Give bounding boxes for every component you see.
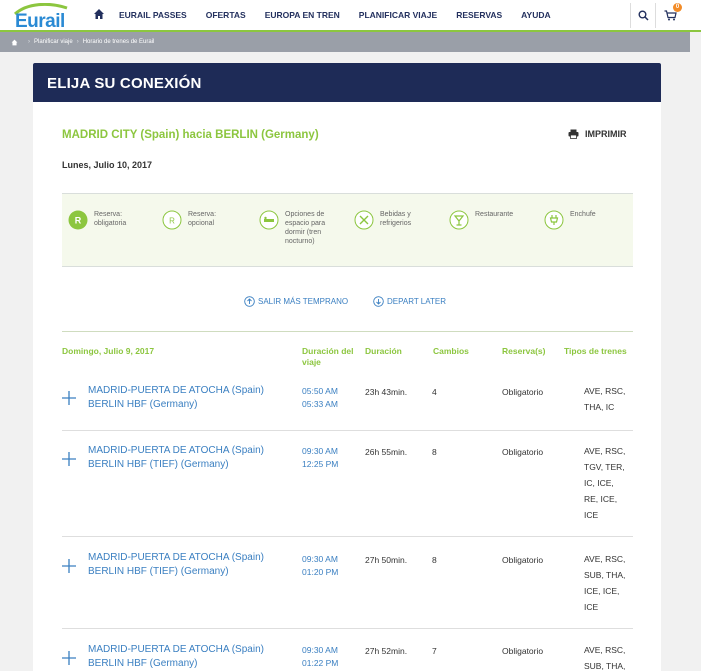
nav-help[interactable]: AYUDA xyxy=(521,10,550,20)
drinks-icon xyxy=(354,210,374,230)
breadcrumb-plan-trip[interactable]: Planificar viaje xyxy=(34,39,73,45)
print-label: IMPRIMIR xyxy=(585,129,627,139)
nav-plan-trip[interactable]: PLANIFICAR VIAJE xyxy=(359,10,437,20)
legend-item-reservation-mandatory: R Reserva: obligatoria xyxy=(68,210,126,230)
col-changes-header: Cambios xyxy=(433,346,469,356)
row-reservation: Obligatorio xyxy=(502,646,544,656)
legend-item-power: Enchufe xyxy=(544,210,596,230)
row-times: 09:30 AM 01:20 PM xyxy=(302,554,339,577)
reservation-mandatory-icon: R xyxy=(68,210,88,230)
cart-button[interactable]: 0 xyxy=(655,3,685,28)
row-stations[interactable]: MADRID-PUERTA DE ATOCHA (Spain) BERLIN H… xyxy=(88,551,264,579)
card-header: ELIJA SU CONEXIÓN xyxy=(33,63,661,102)
expand-plus-icon[interactable] xyxy=(62,391,76,405)
row-duration: 27h 50min. xyxy=(365,555,408,565)
row-reservation: Obligatorio xyxy=(502,387,544,397)
col-duration-header: Duración xyxy=(365,346,402,356)
cart-count-badge: 0 xyxy=(673,3,682,12)
power-plug-icon xyxy=(544,210,564,230)
row-changes: 4 xyxy=(432,387,437,397)
row-train-types: AVE, RSC, SUB, THA, ICE, ICE, ICE xyxy=(584,554,626,612)
row-train-types: AVE, RSC, TGV, TER, IC, ICE, RE, ICE, IC… xyxy=(584,446,626,520)
nav-reservations[interactable]: RESERVAS xyxy=(456,10,502,20)
row-stations[interactable]: MADRID-PUERTA DE ATOCHA (Spain) BERLIN H… xyxy=(88,384,264,412)
legend-item-restaurant: Restaurante xyxy=(449,210,513,230)
eurail-logo[interactable]: Eurail xyxy=(13,3,71,32)
col-trip-duration-header: Duración del viaje xyxy=(302,346,354,367)
row-duration: 26h 55min. xyxy=(365,447,408,457)
legend-item-drinks: Bebidas y refrigerios xyxy=(354,210,411,230)
svg-text:R: R xyxy=(169,217,175,226)
table-row[interactable]: MADRID-PUERTA DE ATOCHA (Spain) BERLIN H… xyxy=(62,537,633,629)
main-nav: EURAIL PASSES OFERTAS EUROPA EN TREN PLA… xyxy=(119,0,570,30)
expand-plus-icon[interactable] xyxy=(62,651,76,665)
col-train-types-header: Tipos de trenes xyxy=(564,346,627,356)
svg-text:R: R xyxy=(75,216,82,226)
search-button[interactable] xyxy=(630,3,655,28)
top-header: Eurail EURAIL PASSES OFERTAS EUROPA EN T… xyxy=(0,0,701,32)
breadcrumb-separator: › xyxy=(76,39,79,45)
home-icon[interactable] xyxy=(93,8,105,20)
nav-eurail-passes[interactable]: EURAIL PASSES xyxy=(119,10,187,20)
nav-europe-by-train[interactable]: EUROPA EN TREN xyxy=(265,10,340,20)
page-title: ELIJA SU CONEXIÓN xyxy=(47,75,202,92)
depart-earlier-button[interactable]: SALIR MÁS TEMPRANO xyxy=(244,296,348,307)
table-row[interactable]: MADRID-PUERTA DE ATOCHA (Spain) BERLIN H… xyxy=(62,431,633,537)
legend-box: R Reserva: obligatoria R Reserva: opcion… xyxy=(62,193,633,267)
row-times: 09:30 AM 12:25 PM xyxy=(302,446,339,469)
row-duration: 27h 52min. xyxy=(365,646,408,656)
expand-plus-icon[interactable] xyxy=(62,452,76,466)
depart-later-button[interactable]: DEPART LATER xyxy=(373,296,446,307)
print-button[interactable]: IMPRIMIR xyxy=(568,129,627,139)
travel-date: Lunes, Julio 10, 2017 xyxy=(62,160,153,170)
row-stations[interactable]: MADRID-PUERTA DE ATOCHA (Spain) BERLIN H… xyxy=(88,643,264,671)
legend-item-sleeper: Opciones de espacio para dormir (tren no… xyxy=(259,210,325,246)
row-train-types: AVE, RSC, SUB, THA, xyxy=(584,645,626,671)
row-stations[interactable]: MADRID-PUERTA DE ATOCHA (Spain) BERLIN H… xyxy=(88,444,264,472)
breadcrumb: › Planificar viaje › Horario de trenes d… xyxy=(0,32,690,52)
connection-card: ELIJA SU CONEXIÓN MADRID CITY (Spain) ha… xyxy=(33,63,661,671)
row-times: 05:50 AM 05:33 AM xyxy=(302,386,338,409)
sleeper-icon xyxy=(259,210,279,230)
route-title: MADRID CITY (Spain) hacia BERLIN (German… xyxy=(62,129,319,141)
search-icon xyxy=(638,10,649,21)
row-changes: 7 xyxy=(432,646,437,656)
arrow-up-circle-icon xyxy=(244,296,255,307)
row-times: 09:30 AM 01:22 PM xyxy=(302,645,339,668)
expand-plus-icon[interactable] xyxy=(62,559,76,573)
table-row[interactable]: MADRID-PUERTA DE ATOCHA (Spain) BERLIN H… xyxy=(62,368,633,431)
arrow-down-circle-icon xyxy=(373,296,384,307)
restaurant-icon xyxy=(449,210,469,230)
col-reservations-header: Reserva(s) xyxy=(502,346,546,356)
nav-offers[interactable]: OFERTAS xyxy=(206,10,246,20)
row-changes: 8 xyxy=(432,447,437,457)
printer-icon xyxy=(568,129,579,139)
breadcrumb-timetable: Horario de trenes de Eurail xyxy=(82,39,155,45)
row-reservation: Obligatorio xyxy=(502,555,544,565)
row-reservation: Obligatorio xyxy=(502,447,544,457)
breadcrumb-home-icon[interactable] xyxy=(11,39,18,46)
breadcrumb-separator: › xyxy=(28,39,30,45)
table-header-divider xyxy=(62,331,633,332)
reservation-optional-icon: R xyxy=(162,210,182,230)
row-duration: 23h 43min. xyxy=(365,387,408,397)
row-train-types: AVE, RSC, THA, IC xyxy=(584,386,626,412)
table-row[interactable]: MADRID-PUERTA DE ATOCHA (Spain) BERLIN H… xyxy=(62,629,633,671)
table-date-header: Domingo, Julio 9, 2017 xyxy=(62,346,155,356)
row-changes: 8 xyxy=(432,555,437,565)
legend-item-reservation-optional: R Reserva: opcional xyxy=(162,210,216,230)
